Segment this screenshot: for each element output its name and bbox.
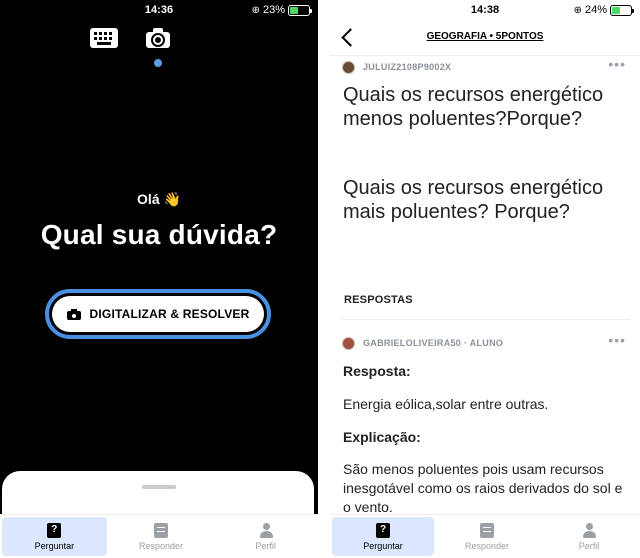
explanation-text: São menos poluentes pois usam recursos i…: [343, 461, 623, 515]
more-options-icon[interactable]: •••: [608, 333, 626, 347]
tab-responder[interactable]: Responder: [436, 515, 538, 558]
question-icon: ?: [376, 522, 390, 538]
orientation-lock-icon: ⊕: [573, 4, 582, 16]
avatar: [342, 336, 355, 350]
divider: [342, 319, 630, 320]
scan-and-solve-button[interactable]: DIGITALIZAR & RESOLVER: [45, 289, 271, 339]
tab-perguntar[interactable]: ? Perguntar: [2, 517, 107, 556]
tab-responder[interactable]: Responder: [109, 515, 214, 558]
tab-perfil[interactable]: Perfil: [538, 515, 640, 558]
question-author[interactable]: JULUIZ2108P9002X: [342, 60, 451, 74]
tab-perfil[interactable]: Perfil: [213, 515, 318, 558]
question-screen: 14:38 ⊕ 24% GEOGRAFIA • 5PONTOS JULUIZ21…: [330, 0, 640, 558]
question-text-1: Quais os recursos energético menos polue…: [343, 84, 604, 130]
answer-text: Energia eólica,solar entre outras.: [343, 396, 549, 412]
tab-label: Perguntar: [363, 540, 403, 551]
camera-icon: [66, 308, 81, 320]
question-icon: ?: [47, 522, 62, 538]
status-bar: 14:38 ⊕ 24%: [330, 0, 640, 22]
author-name: JULUIZ2108P9002X: [363, 62, 452, 72]
nav-bar: GEOGRAFIA • 5PONTOS: [330, 22, 640, 56]
tab-perguntar[interactable]: ? Perguntar: [332, 517, 434, 556]
answers-section-title: RESPOSTAS: [344, 294, 413, 306]
camera-icon[interactable]: [146, 28, 170, 48]
orientation-lock-icon: ⊕: [251, 4, 260, 16]
battery-percent: 24%: [584, 4, 607, 16]
battery-icon: [610, 4, 634, 16]
answer-author[interactable]: GABRIELOLIVEIRA50 · ALUNO: [342, 336, 503, 350]
tab-label: Responder: [464, 540, 510, 551]
status-right: ⊕ 23%: [251, 4, 312, 16]
avatar: [342, 60, 355, 74]
answer-icon: [154, 522, 168, 538]
explanation-label: Explicação:: [343, 429, 421, 445]
tab-label: Perfil: [578, 540, 600, 551]
nav-title[interactable]: GEOGRAFIA • 5PONTOS: [330, 31, 640, 42]
answer-label: Resposta:: [343, 363, 411, 379]
battery-percent: 23%: [262, 4, 285, 16]
author-name: GABRIELOLIVEIRA50 · ALUNO: [363, 338, 504, 348]
user-icon: [582, 522, 596, 538]
tab-bar: ? Perguntar Responder Perfil: [0, 514, 318, 558]
scan-button-label: DIGITALIZAR & RESOLVER: [89, 307, 250, 321]
answer-icon: [480, 522, 494, 538]
question-text-2: Quais os recursos energético mais poluen…: [343, 177, 604, 223]
tab-label: Perfil: [255, 540, 276, 551]
tab-bar: ? Perguntar Responder Perfil: [330, 514, 640, 558]
greeting: Olá 👋: [137, 191, 181, 207]
keyboard-icon[interactable]: [90, 28, 118, 48]
user-icon: [259, 522, 273, 538]
tab-label: Responder: [138, 540, 184, 551]
more-options-icon[interactable]: •••: [608, 57, 626, 71]
tab-label: Perguntar: [34, 540, 75, 551]
page-indicator-dot: [154, 59, 162, 67]
status-right: ⊕ 24%: [573, 4, 634, 16]
status-bar: 14:36 ⊕ 23%: [0, 0, 318, 22]
home-screen: 14:36 ⊕ 23% Olá 👋 Qual sua dúvida? DIGIT…: [0, 0, 318, 558]
sheet-drag-handle[interactable]: [142, 485, 176, 489]
battery-icon: [288, 4, 312, 16]
headline: Qual sua dúvida?: [40, 219, 278, 250]
